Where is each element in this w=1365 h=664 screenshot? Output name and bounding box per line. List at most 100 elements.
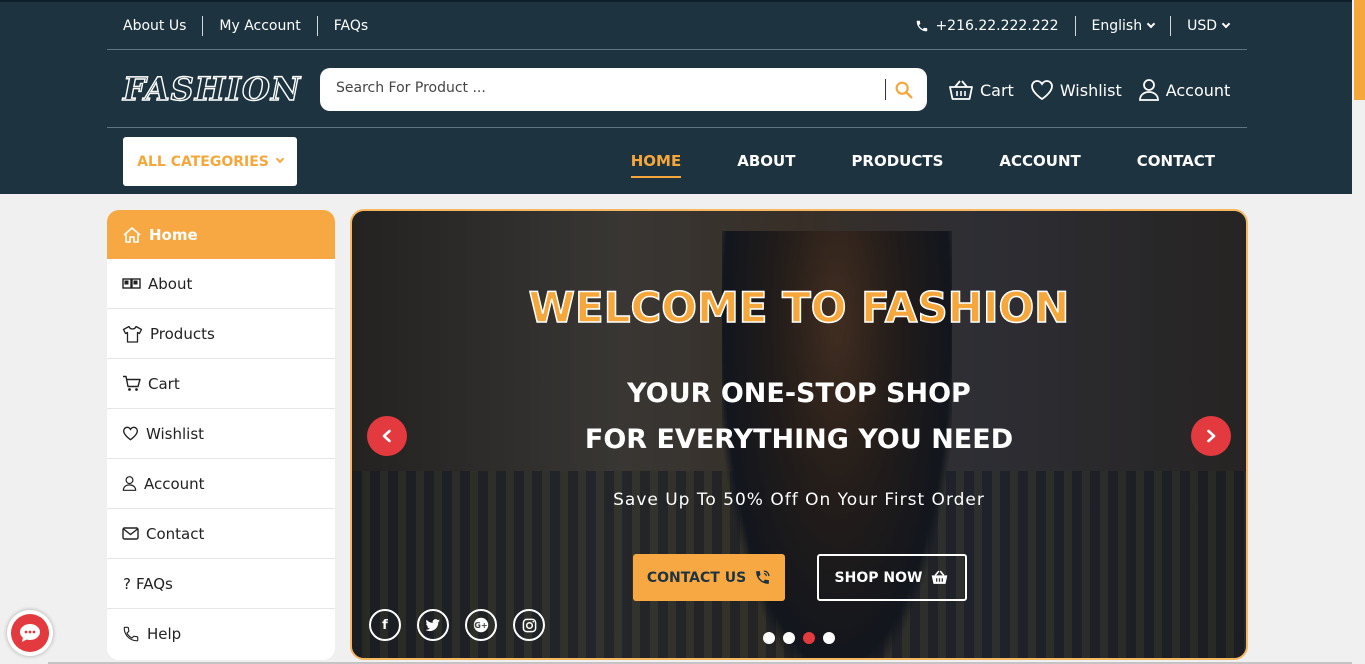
sidebar-item-products[interactable]: Products: [107, 309, 335, 359]
hero-slider: WELCOME TO FASHION YOUR ONE-STOP SHOP FO…: [350, 209, 1248, 660]
all-categories-label: ALL CATEGORIES: [137, 153, 269, 170]
divider: [316, 16, 318, 36]
nav-menu: HOME ABOUT PRODUCTS ACCOUNT CONTACT: [575, 128, 1215, 194]
search-box: [320, 68, 927, 111]
shop-now-label: SHOP NOW: [834, 569, 923, 586]
sidebar-item-label: FAQs: [135, 574, 173, 593]
basket-icon: [949, 80, 973, 100]
sidebar-item-contact[interactable]: Contact: [107, 509, 335, 559]
slide-dot-1[interactable]: [763, 632, 775, 644]
search-input[interactable]: [336, 80, 876, 96]
site-logo[interactable]: FASHION: [122, 69, 301, 108]
sidebar-item-label: Help: [147, 625, 182, 643]
all-categories-button[interactable]: ALL CATEGORIES: [123, 137, 297, 186]
slide-dot-2[interactable]: [783, 632, 795, 644]
contact-us-label: CONTACT US: [646, 569, 747, 586]
question-icon: ?: [123, 574, 131, 593]
sidebar-item-label: Account: [144, 474, 205, 493]
search-icon[interactable]: [893, 79, 915, 101]
faqs-link[interactable]: FAQs: [334, 18, 368, 34]
chevron-down-icon: [1221, 19, 1231, 29]
cart-link[interactable]: Cart: [948, 78, 1014, 102]
sidebar-item-faqs[interactable]: ? FAQs: [107, 559, 335, 609]
divider: [1074, 16, 1076, 36]
slide-indicators: [763, 632, 843, 644]
nav-home[interactable]: HOME: [630, 152, 682, 178]
sidebar-item-label: About: [148, 274, 193, 293]
wishlist-link[interactable]: Wishlist: [1030, 79, 1122, 101]
hero-title: WELCOME TO FASHION: [528, 282, 1070, 333]
twitter-icon[interactable]: [417, 609, 449, 641]
sidebar-menu: Home About Products Cart Wishlist Accoun…: [107, 210, 335, 660]
account-link[interactable]: Account: [1138, 78, 1230, 102]
prev-slide-button[interactable]: [367, 416, 407, 456]
wishlist-label: Wishlist: [1059, 80, 1122, 100]
hero-subtitle: Save Up To 50% Off On Your First Order: [613, 490, 985, 510]
facebook-icon[interactable]: f: [369, 609, 401, 641]
envelope-icon: [122, 527, 139, 540]
sidebar-item-home[interactable]: Home: [107, 210, 335, 259]
top-right: +216.22.222.222 English USD: [915, 2, 1231, 50]
nav-products[interactable]: PRODUCTS: [851, 152, 943, 170]
google-plus-icon[interactable]: G+: [465, 609, 497, 641]
contact-us-button[interactable]: CONTACT US: [633, 554, 785, 601]
sidebar-item-label: Contact: [146, 524, 205, 543]
tshirt-icon: [122, 325, 143, 343]
hero-heading-line2: FOR EVERYTHING YOU NEED: [584, 424, 1014, 455]
middle-bar: FASHION Cart Wishlist Account: [107, 50, 1247, 128]
phone-icon: [123, 626, 139, 642]
sidebar-item-label: Wishlist: [146, 424, 205, 443]
cart-icon: [123, 375, 141, 391]
chevron-down-icon: [275, 154, 285, 163]
home-icon: [123, 226, 141, 243]
scrollbar-thumb[interactable]: [1354, 0, 1365, 100]
nav-contact[interactable]: CONTACT: [1137, 152, 1215, 170]
user-icon: [122, 476, 137, 491]
phone-number: +216.22.222.222: [935, 18, 1059, 34]
chevron-down-icon: [1146, 19, 1156, 29]
sidebar-item-help[interactable]: Help: [107, 609, 335, 659]
shop-now-button[interactable]: SHOP NOW: [817, 554, 967, 601]
hero-heading-line1: YOUR ONE-STOP SHOP: [627, 378, 971, 409]
sidebar-item-about[interactable]: About: [107, 259, 335, 309]
phone-icon: [917, 20, 928, 32]
sidebar-item-wishlist[interactable]: Wishlist: [107, 409, 335, 459]
top-links: About Us My Account FAQs: [123, 2, 368, 50]
slide-dot-4[interactable]: [823, 632, 835, 644]
sidebar-item-label: Cart: [148, 374, 180, 393]
instagram-icon[interactable]: [513, 609, 545, 641]
social-links: f G+: [369, 609, 561, 641]
header-actions: Cart Wishlist Account: [948, 75, 1246, 105]
language-select[interactable]: English: [1091, 18, 1156, 34]
divider: [202, 16, 204, 36]
currency-value: USD: [1187, 18, 1217, 34]
text-cursor: [885, 79, 886, 100]
language-value: English: [1091, 18, 1143, 34]
sidebar-item-label: Home: [149, 225, 198, 244]
chat-bubble-icon: [11, 614, 49, 652]
my-account-link[interactable]: My Account: [219, 18, 300, 34]
sidebar-item-account[interactable]: Account: [107, 459, 335, 509]
nav-account[interactable]: ACCOUNT: [999, 152, 1080, 170]
about-us-link[interactable]: About Us: [123, 18, 186, 34]
basket-icon: [932, 570, 948, 584]
phone-ringing-icon: [756, 570, 770, 584]
divider: [1170, 16, 1172, 36]
sidebar-item-cart[interactable]: Cart: [107, 359, 335, 409]
currency-select[interactable]: USD: [1187, 18, 1231, 34]
chevron-right-icon: [1207, 429, 1216, 443]
book-icon: [122, 277, 141, 289]
next-slide-button[interactable]: [1191, 416, 1231, 456]
heart-icon: [122, 426, 139, 441]
svg-text:G+: G+: [474, 620, 487, 630]
site-header: About Us My Account FAQs +216.22.222.222…: [0, 0, 1352, 194]
slide-dot-3[interactable]: [803, 632, 815, 644]
chat-widget-button[interactable]: [7, 610, 53, 656]
sidebar-item-label: Products: [150, 324, 215, 343]
user-icon: [1138, 79, 1159, 101]
phone-link[interactable]: +216.22.222.222: [915, 18, 1059, 34]
cart-label: Cart: [980, 80, 1014, 100]
nav-about[interactable]: ABOUT: [737, 152, 795, 170]
chevron-left-icon: [382, 429, 391, 443]
main-nav: ALL CATEGORIES HOME ABOUT PRODUCTS ACCOU…: [107, 128, 1247, 194]
